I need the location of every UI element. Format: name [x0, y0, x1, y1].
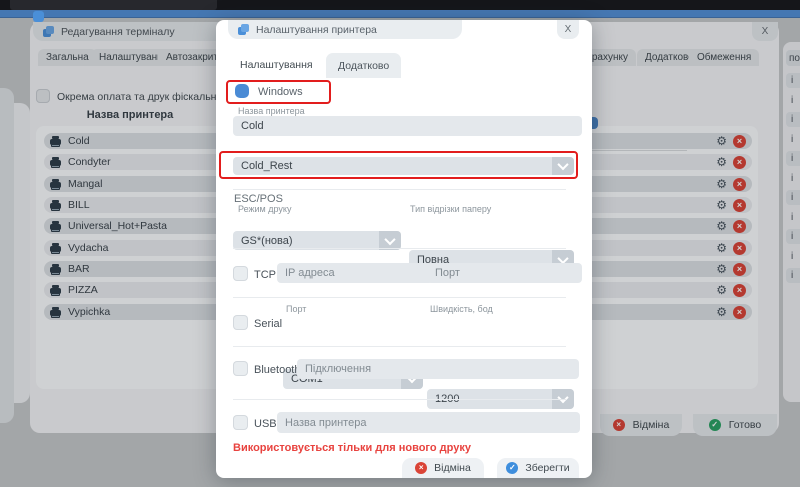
divider: [233, 248, 566, 249]
selected-print-mode: GS*(нова): [241, 235, 293, 247]
windows-printer-select[interactable]: Cold_Rest: [233, 157, 574, 175]
divider: [233, 346, 566, 347]
save-label: Зберегти: [525, 462, 569, 474]
screen: Редагування терміналу X Загальна Налашту…: [0, 0, 800, 487]
window-icon: [238, 24, 249, 35]
modal-title-bar: Налаштування принтера: [228, 20, 462, 39]
tcp-ip-input[interactable]: [277, 263, 433, 283]
windows-toggle-label: Windows: [258, 86, 303, 98]
top-black-bar: [0, 0, 800, 10]
app-logo-icon: [33, 11, 44, 22]
usb-printer-name-input[interactable]: [277, 412, 580, 433]
modal-tab-extra[interactable]: Додатково: [326, 53, 401, 78]
selected-printer: Cold_Rest: [241, 160, 292, 172]
chevron-down-icon: [552, 157, 574, 175]
tcp-port-input[interactable]: [427, 263, 582, 283]
usb-checkbox[interactable]: [233, 415, 248, 430]
modal-cancel-button[interactable]: × Відміна: [402, 458, 484, 478]
tcp-checkbox[interactable]: [233, 266, 248, 281]
serial-checkbox[interactable]: [233, 315, 248, 330]
cancel-x-icon: ×: [415, 462, 427, 474]
cut-type-label: Тип відрізки паперу: [410, 204, 491, 214]
modal-save-button[interactable]: ✓ Зберегти: [497, 458, 579, 478]
divider: [233, 399, 566, 400]
tcp-label: TCP: [254, 269, 276, 281]
modal-title-text: Налаштування принтера: [256, 24, 377, 36]
new-print-warning-note: Використовується тільки для нового друку: [233, 442, 471, 454]
save-check-icon: ✓: [506, 462, 518, 474]
bluetooth-checkbox[interactable]: [233, 361, 248, 376]
printer-name-input[interactable]: [233, 116, 582, 136]
serial-baud-label: Швидкість, бод: [430, 304, 493, 314]
serial-port-label: Порт: [286, 304, 306, 314]
bluetooth-connection-input[interactable]: [297, 359, 579, 379]
printer-settings-modal: Налаштування принтера X Налаштування Дод…: [216, 20, 592, 478]
browser-tab: [10, 0, 217, 10]
bluetooth-label: Bluetooth: [254, 364, 300, 376]
print-mode-label: Режим друку: [238, 204, 291, 214]
windows-toggle[interactable]: [235, 84, 249, 98]
serial-label: Serial: [254, 318, 282, 330]
divider: [233, 297, 566, 298]
usb-label: USB: [254, 418, 277, 430]
modal-close-button[interactable]: X: [557, 20, 579, 39]
divider: [233, 189, 566, 190]
printer-name-label: Назва принтера: [238, 106, 305, 116]
modal-tab-settings[interactable]: Налаштування: [228, 52, 325, 77]
cancel-label: Відміна: [434, 462, 471, 474]
